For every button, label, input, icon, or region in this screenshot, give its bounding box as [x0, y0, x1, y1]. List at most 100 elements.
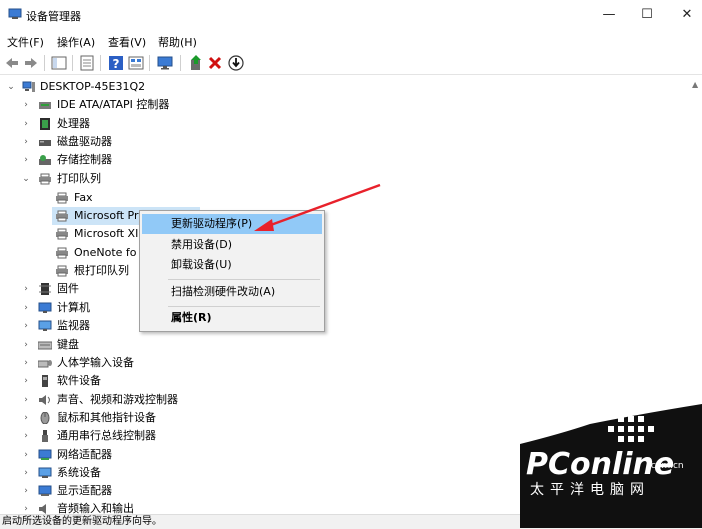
tree-item[interactable]: OneNote fo: [0, 244, 138, 262]
tree-item-label: 打印队列: [57, 172, 101, 185]
tree-item[interactable]: › 键盘: [0, 336, 300, 354]
menu-item-label: 卸载设备(U): [171, 258, 232, 271]
tree-root-label: DESKTOP-45E31Q2: [40, 80, 146, 93]
menu-help[interactable]: 帮助(H): [158, 34, 197, 50]
menu-item-label: 扫描检测硬件改动(A): [171, 285, 276, 298]
view-icon[interactable]: [127, 54, 145, 72]
tree-item[interactable]: Microsoft XI: [0, 225, 138, 243]
tree-item-label: Microsoft XI: [74, 227, 139, 240]
printer-icon: [56, 247, 68, 259]
chevron-right-icon[interactable]: ›: [21, 354, 31, 372]
mouse-icon: [40, 412, 50, 424]
sound-icon: [39, 395, 50, 405]
tree-item-label: IDE ATA/ATAPI 控制器: [57, 98, 170, 111]
tree-item[interactable]: ⌄ 打印队列: [0, 170, 300, 188]
toolbar-separator: [100, 55, 101, 71]
computer-icon: [22, 81, 35, 92]
help-icon[interactable]: ?: [107, 54, 125, 72]
close-button[interactable]: ✕: [664, 0, 702, 30]
menu-bar: 文件(F) 操作(A) 查看(V) 帮助(H): [0, 31, 702, 51]
tree-item-label: 显示适配器: [57, 484, 112, 497]
tree-item[interactable]: › 处理器: [0, 115, 300, 133]
tree-item[interactable]: › 显示适配器: [0, 482, 300, 500]
tree-item-label: 存储控制器: [57, 153, 112, 166]
tree-item[interactable]: › 网络适配器: [0, 446, 300, 464]
chevron-right-icon[interactable]: ›: [21, 427, 31, 445]
scan-icon[interactable]: [227, 54, 245, 72]
properties-icon[interactable]: [78, 54, 96, 72]
disk-drive-icon: [39, 140, 51, 146]
tree-root[interactable]: ⌄ DESKTOP-45E31Q2: [0, 78, 300, 96]
storage-controller-icon: [39, 155, 51, 165]
tree-item-label: Microsoft Pri: [74, 209, 142, 222]
menu-item-disable-device[interactable]: 禁用设备(D): [142, 235, 322, 255]
tree-item[interactable]: › IDE ATA/ATAPI 控制器: [0, 96, 300, 114]
toolbar-separator: [149, 55, 150, 71]
menu-file[interactable]: 文件(F): [7, 34, 44, 50]
tree-item-label: 根打印队列: [74, 264, 129, 277]
chevron-right-icon[interactable]: ›: [21, 446, 31, 464]
menu-item-uninstall-device[interactable]: 卸载设备(U): [142, 255, 322, 275]
tree-item-label: 键盘: [57, 338, 79, 351]
chevron-right-icon[interactable]: ›: [21, 96, 31, 114]
back-icon[interactable]: [3, 54, 21, 72]
chevron-right-icon[interactable]: ›: [21, 299, 31, 317]
chevron-right-icon[interactable]: ›: [21, 464, 31, 482]
chevron-down-icon[interactable]: ⌄: [21, 170, 31, 188]
toolbar-separator: [180, 55, 181, 71]
tree-item-label: Fax: [74, 191, 93, 204]
toolbar-separator: [72, 55, 73, 71]
tree-item-label: 系统设备: [57, 466, 101, 479]
chevron-right-icon[interactable]: ›: [21, 409, 31, 427]
menu-item-update-driver[interactable]: 更新驱动程序(P): [142, 214, 322, 234]
display-adapter-icon: [38, 485, 52, 496]
context-menu: 更新驱动程序(P) 禁用设备(D) 卸载设备(U) 扫描检测硬件改动(A) 属性…: [139, 210, 325, 332]
chevron-right-icon[interactable]: ›: [21, 317, 31, 335]
tree-item-label: 网络适配器: [57, 448, 112, 461]
printer-icon: [56, 265, 68, 277]
tree-item[interactable]: 根打印队列: [0, 262, 138, 280]
chevron-right-icon[interactable]: ›: [21, 372, 31, 390]
tree-item[interactable]: › 软件设备: [0, 372, 300, 390]
scroll-up-icon[interactable]: ▲: [692, 80, 698, 89]
system-device-icon: [38, 467, 52, 478]
uninstall-icon[interactable]: [206, 54, 224, 72]
tree-item[interactable]: › 系统设备: [0, 464, 300, 482]
chevron-down-icon[interactable]: ⌄: [6, 78, 16, 96]
menu-item-label: 禁用设备(D): [171, 238, 233, 251]
tree-item[interactable]: › 通用串行总线控制器: [0, 427, 300, 445]
tree-item[interactable]: › 存储控制器: [0, 151, 300, 169]
tree-item-label: 鼠标和其他指针设备: [57, 411, 156, 424]
update-driver-icon[interactable]: [187, 54, 205, 72]
chevron-right-icon[interactable]: ›: [21, 280, 31, 298]
monitor-icon[interactable]: [156, 54, 174, 72]
watermark-tagline: 太平洋电脑网: [530, 482, 650, 498]
menu-view[interactable]: 查看(V): [108, 34, 146, 50]
tree-item[interactable]: › 鼠标和其他指针设备: [0, 409, 300, 427]
svg-text:?: ?: [113, 57, 120, 71]
ide-controller-icon: [39, 102, 51, 109]
forward-icon[interactable]: [22, 54, 40, 72]
tree-item-label: 人体学输入设备: [57, 356, 134, 369]
chevron-right-icon[interactable]: ›: [21, 151, 31, 169]
tree-item-label: 软件设备: [57, 374, 101, 387]
tree-item[interactable]: › 人体学输入设备: [0, 354, 300, 372]
show-hide-icon[interactable]: [50, 54, 68, 72]
usb-icon: [42, 430, 48, 442]
tree-item[interactable]: › 磁盘驱动器: [0, 133, 300, 151]
chevron-right-icon[interactable]: ›: [21, 115, 31, 133]
menu-action[interactable]: 操作(A): [57, 34, 95, 50]
tree-item-label: 磁盘驱动器: [57, 135, 112, 148]
hid-icon: [38, 360, 52, 368]
tree-item-label: 计算机: [57, 301, 90, 314]
chevron-right-icon[interactable]: ›: [21, 133, 31, 151]
printer-icon: [56, 210, 68, 222]
tree-item[interactable]: › 声音、视频和游戏控制器: [0, 391, 300, 409]
keyboard-icon: [38, 341, 52, 350]
tree-item[interactable]: Fax: [0, 189, 300, 207]
chevron-right-icon[interactable]: ›: [21, 336, 31, 354]
chevron-right-icon[interactable]: ›: [21, 482, 31, 500]
menu-item-properties[interactable]: 属性(R): [142, 308, 322, 328]
chevron-right-icon[interactable]: ›: [21, 391, 31, 409]
menu-item-scan-hardware[interactable]: 扫描检测硬件改动(A): [142, 282, 322, 302]
